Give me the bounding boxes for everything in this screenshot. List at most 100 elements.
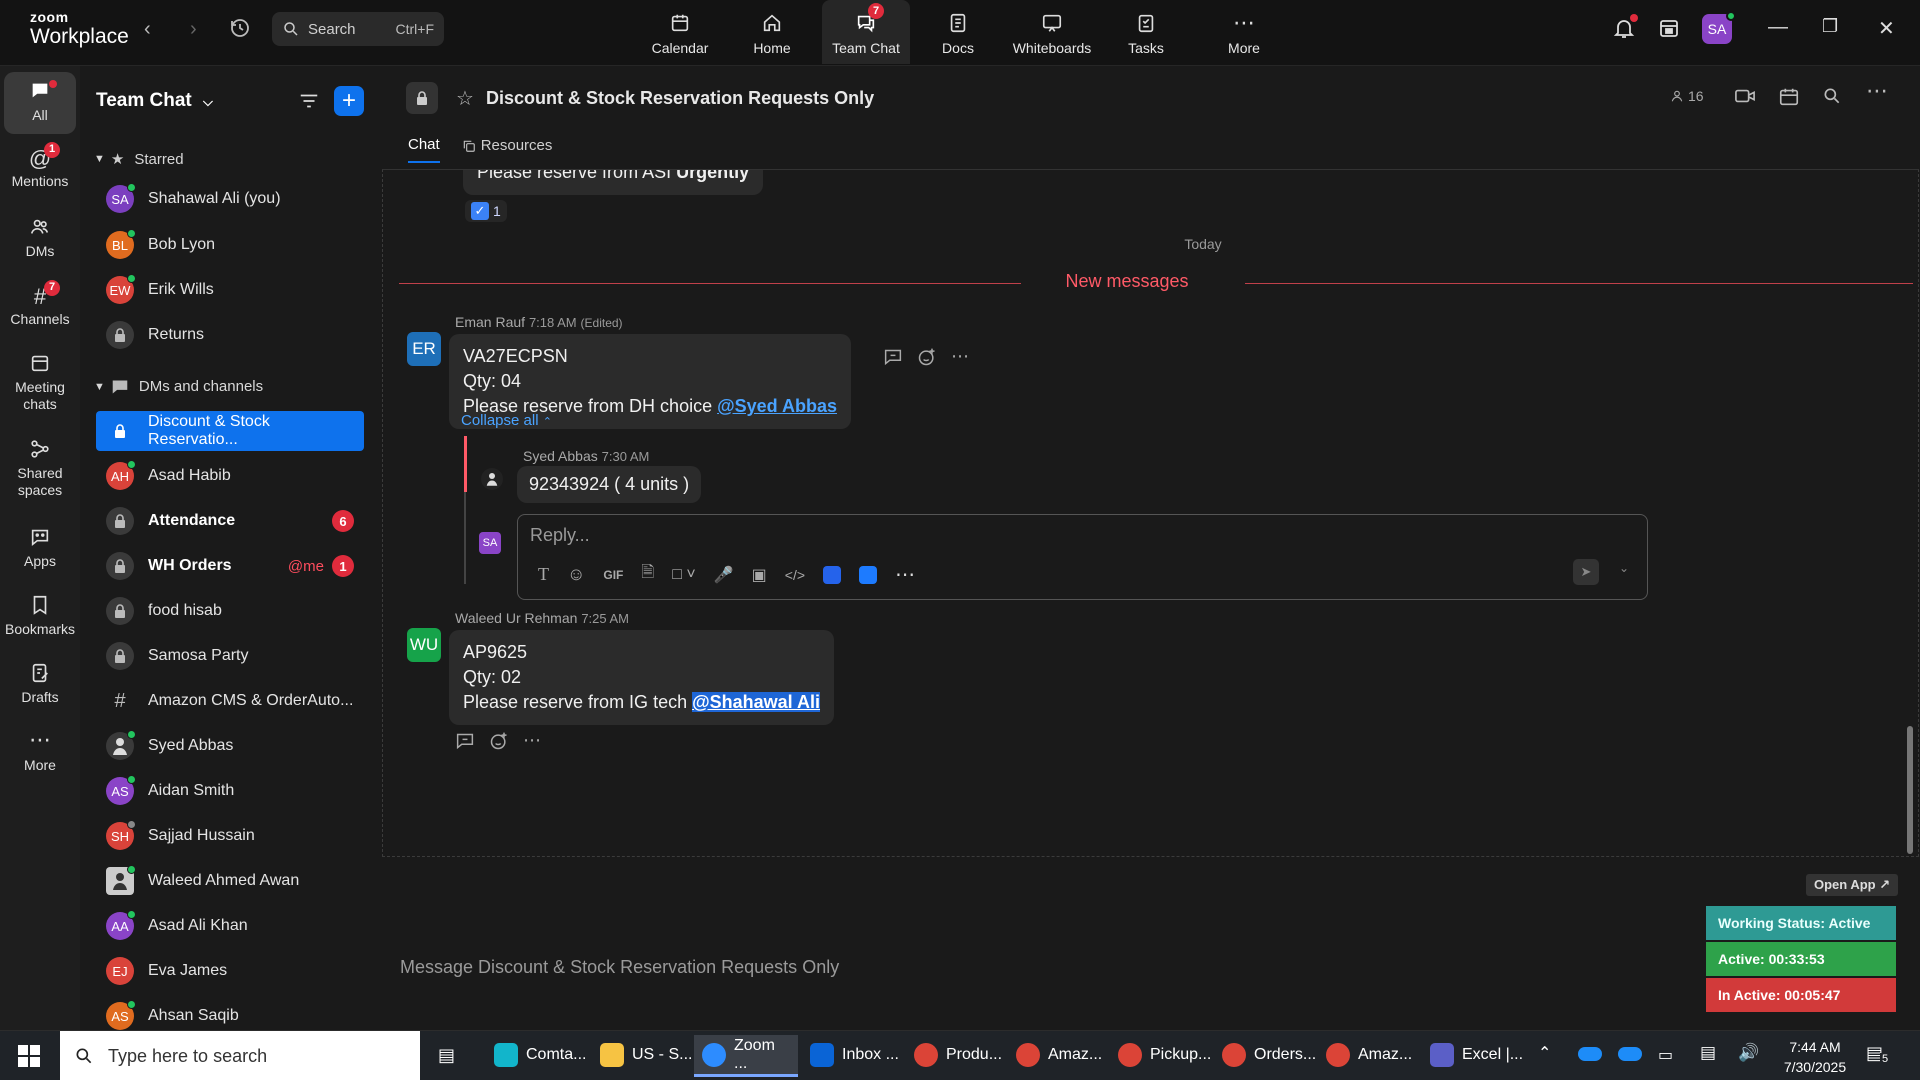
text-format-icon[interactable]: T [538, 564, 549, 585]
rail-all[interactable]: All [4, 72, 76, 134]
taskbar-app-chrome-4[interactable]: Orders... [1214, 1035, 1324, 1077]
taskbar-search[interactable]: Type here to search [60, 1031, 420, 1080]
forward-arrow-icon[interactable]: › [190, 18, 197, 41]
rail-channels[interactable]: # Channels 7 [4, 280, 76, 328]
taskbar-app-chrome-1[interactable]: Produ... [906, 1035, 1010, 1077]
sidebar-item-attendance[interactable]: Attendance 6 [96, 502, 364, 540]
restore-icon[interactable]: ❐ [1822, 16, 1838, 37]
message-bubble[interactable]: AP9625 Qty: 02 Please reserve from IG te… [449, 630, 835, 725]
sidebar-item-aidan-smith[interactable]: AS Aidan Smith [96, 772, 364, 810]
task-view-icon[interactable]: ▤ [438, 1045, 455, 1066]
nav-team-chat[interactable]: Team Chat 7 [822, 0, 910, 64]
rail-more[interactable]: ⋯ More [4, 729, 76, 774]
calendar-icon[interactable] [1778, 86, 1800, 112]
sidebar-title[interactable]: Team Chat ⌵ [96, 90, 213, 112]
taskbar-app-chrome-3[interactable]: Pickup... [1110, 1035, 1219, 1077]
nav-docs[interactable]: Docs [920, 0, 996, 64]
code-icon[interactable]: </> [785, 567, 805, 583]
close-icon[interactable]: ✕ [1878, 16, 1895, 41]
nav-tasks[interactable]: Tasks [1108, 0, 1184, 64]
chevron-down-icon[interactable]: ⌄ [1619, 561, 1629, 575]
emoji-icon[interactable]: ☺ [567, 564, 585, 585]
battery-icon[interactable]: ▭ [1658, 1045, 1673, 1065]
onedrive-icon[interactable] [1578, 1047, 1602, 1061]
avatar[interactable]: ER [407, 332, 441, 366]
starred-section-header[interactable]: ▼ ★ Starred [94, 150, 184, 169]
sidebar-item-amazon-cms[interactable]: # Amazon CMS & OrderAuto... [96, 682, 364, 720]
avatar[interactable]: WU [407, 628, 441, 662]
taskbar-app-explorer[interactable]: US - S... [592, 1035, 700, 1077]
channel-title[interactable]: Discount & Stock Reservation Requests On… [486, 88, 874, 109]
minimize-icon[interactable]: — [1768, 16, 1788, 39]
taskbar-app-comtalks[interactable]: Comta... [486, 1035, 594, 1077]
members-count[interactable]: 16 [1670, 88, 1704, 104]
tray-chevron-up-icon[interactable]: ⌃ [1538, 1043, 1551, 1063]
windows-start-icon[interactable] [18, 1045, 40, 1071]
notifications-icon[interactable]: ▤ 5 [1866, 1043, 1891, 1065]
nav-calendar[interactable]: Calendar [642, 0, 718, 64]
network-icon[interactable]: ▤ [1700, 1043, 1716, 1063]
scrollbar-thumb[interactable] [1907, 726, 1913, 854]
gif-icon[interactable]: GIF [603, 568, 623, 582]
reply-icon[interactable] [883, 348, 903, 366]
nav-home[interactable]: Home [734, 0, 810, 64]
taskbar-app-outlook[interactable]: Inbox ... [802, 1035, 907, 1077]
reply-icon[interactable] [455, 732, 475, 750]
sidebar-item-asad-habib[interactable]: AH Asad Habib [96, 457, 364, 495]
reaction-chip[interactable]: ✓ 1 [465, 200, 507, 222]
rail-dms[interactable]: DMs [4, 216, 76, 260]
sidebar-item-asad-ali-khan[interactable]: AA Asad Ali Khan [96, 907, 364, 945]
rail-apps[interactable]: Apps [4, 526, 76, 570]
mic-icon[interactable]: 🎤 [714, 565, 734, 585]
reply-input-box[interactable]: Reply... T ☺ GIF 🗎 □ ˅ 🎤 ▣ </> ⋯ ➤ ⌄ [517, 514, 1648, 600]
sidebar-item-syed-abbas[interactable]: Syed Abbas [96, 727, 364, 765]
reply-input[interactable]: Reply... [530, 525, 590, 546]
star-outline-icon[interactable]: ☆ [456, 86, 474, 111]
sidebar-item-discount-channel[interactable]: Discount & Stock Reservatio... [96, 411, 364, 451]
message-input[interactable]: Message Discount & Stock Reservation Req… [400, 957, 839, 978]
system-clock[interactable]: 7:44 AM 7/30/2025 [1770, 1037, 1860, 1077]
collapse-all-link[interactable]: Collapse all ⌃ [461, 412, 552, 429]
tab-resources[interactable]: Resources [462, 136, 552, 163]
app-icon[interactable] [823, 565, 842, 584]
sidebar-item-wh-orders[interactable]: WH Orders @me 1 [96, 547, 364, 585]
search-icon[interactable] [1822, 86, 1842, 110]
onedrive-icon[interactable] [1618, 1047, 1642, 1061]
add-reaction-icon[interactable] [917, 347, 937, 367]
app-icon[interactable] [859, 565, 878, 584]
new-chat-button[interactable]: + [334, 86, 364, 116]
bell-icon[interactable] [1612, 14, 1638, 44]
dms-section-header[interactable]: ▼ DMs and channels [94, 378, 263, 395]
rail-meeting-chats[interactable]: Meeting chats [4, 352, 76, 413]
taskbar-app-teams[interactable]: Excel |... [1422, 1035, 1531, 1077]
back-arrow-icon[interactable]: ‹ [144, 18, 151, 41]
rail-drafts[interactable]: Drafts [4, 662, 76, 706]
search-input[interactable]: Search Ctrl+F [272, 12, 444, 46]
more-dots-icon[interactable]: ⋯ [951, 346, 969, 367]
send-icon[interactable]: ➤ [1573, 559, 1599, 585]
avatar[interactable] [481, 468, 503, 490]
volume-icon[interactable]: 🔊 [1738, 1043, 1759, 1063]
rail-bookmarks[interactable]: Bookmarks [4, 594, 76, 638]
rail-mentions[interactable]: @ Mentions 1 [4, 142, 76, 190]
nav-whiteboards[interactable]: Whiteboards [1008, 0, 1096, 64]
calendar-status-icon[interactable] [1657, 16, 1681, 44]
screenshot-icon[interactable]: □ ˅ [672, 566, 695, 584]
taskbar-app-chrome-2[interactable]: Amaz... [1008, 1035, 1110, 1077]
sidebar-item-returns[interactable]: Returns [96, 316, 364, 354]
file-icon[interactable]: 🗎 [641, 561, 654, 588]
mention-link[interactable]: @Syed Abbas [717, 396, 837, 416]
taskbar-app-chrome-5[interactable]: Amaz... [1318, 1035, 1420, 1077]
video-icon[interactable] [1734, 86, 1756, 110]
rail-shared-spaces[interactable]: Shared spaces [4, 438, 76, 499]
sidebar-item-waleed-ahmed[interactable]: Waleed Ahmed Awan [96, 862, 364, 900]
tab-chat[interactable]: Chat [408, 136, 440, 163]
mention-link[interactable]: @Shahawal Ali [692, 692, 821, 712]
message-list[interactable]: Please reserve from ASI Urgently ✓ 1 Tod… [382, 169, 1919, 857]
sidebar-item-eva-james[interactable]: EJ Eva James [96, 952, 364, 990]
sidebar-item-samosa-party[interactable]: Samosa Party [96, 637, 364, 675]
more-options-icon[interactable]: ⋯ [1866, 78, 1888, 104]
sidebar-item-sajjad-hussain[interactable]: SH Sajjad Hussain [96, 817, 364, 855]
more-dots-icon[interactable]: ⋯ [523, 730, 541, 751]
more-dots-icon[interactable]: ⋯ [895, 562, 915, 587]
